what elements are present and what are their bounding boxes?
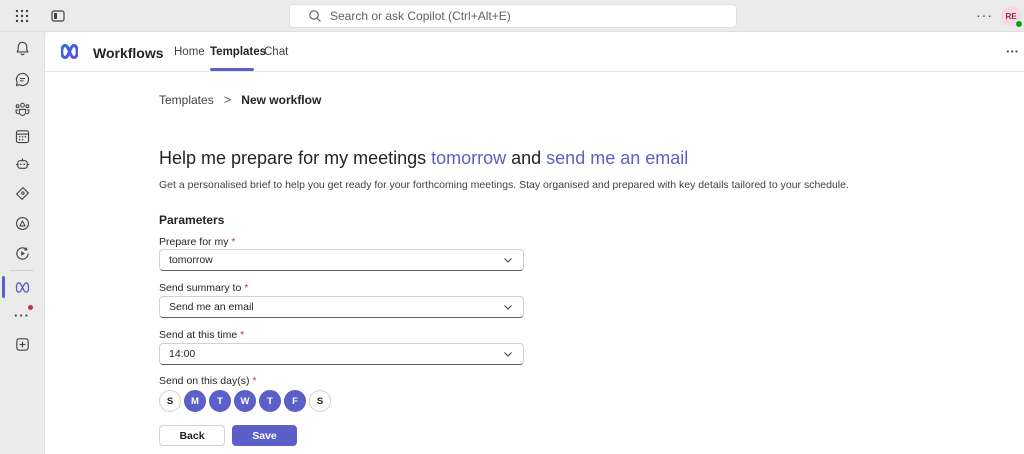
workflows-icon[interactable]: [13, 278, 31, 296]
sidebar-toggle-icon[interactable]: [50, 8, 66, 24]
copilot-icon[interactable]: [13, 155, 31, 173]
prepare-for-dropdown[interactable]: tomorrow: [159, 249, 524, 271]
tab-home[interactable]: Home: [174, 46, 205, 58]
send-time-value: 14:00: [169, 348, 196, 360]
app-more-options-icon[interactable]: ···: [1006, 44, 1019, 59]
app-header: Workflows Home Templates Chat ···: [45, 32, 1024, 72]
search-box[interactable]: [289, 4, 737, 28]
back-button[interactable]: Back: [159, 425, 225, 446]
required-mark: *: [252, 375, 257, 387]
required-mark: *: [240, 329, 245, 341]
apps-icon[interactable]: [13, 184, 31, 202]
parameters-heading: Parameters: [159, 213, 225, 227]
breadcrumb-current: New workflow: [241, 92, 322, 107]
active-indicator: [2, 276, 5, 298]
chevron-right-icon: >: [223, 92, 232, 107]
onedrive-icon[interactable]: [13, 214, 31, 232]
title-highlight-action: send me an email: [546, 148, 689, 168]
day-selector: S M T W T F S: [159, 390, 331, 412]
page-description: Get a personalised brief to help you get…: [159, 179, 849, 191]
search-input[interactable]: [330, 9, 710, 23]
prepare-for-value: tomorrow: [169, 254, 213, 266]
prepare-for-label-text: Prepare for my: [159, 236, 232, 248]
rail-divider: [10, 270, 34, 271]
calendar-icon[interactable]: [13, 127, 31, 145]
title-highlight-when: tomorrow: [431, 148, 507, 168]
chat-icon[interactable]: [13, 70, 31, 88]
tab-templates[interactable]: Templates: [210, 46, 266, 58]
breadcrumb-templates-link[interactable]: Templates: [159, 93, 214, 107]
tab-chat[interactable]: Chat: [264, 46, 288, 58]
chevron-down-icon: [504, 258, 512, 263]
app-launcher-icon[interactable]: [14, 8, 30, 24]
send-summary-label-text: Send summary to: [159, 282, 245, 294]
send-days-label-text: Send on this day(s): [159, 375, 253, 387]
app-rail: ···: [0, 32, 45, 454]
breadcrumb: Templates > New workflow: [159, 92, 321, 107]
send-summary-value: Send me an email: [169, 301, 254, 313]
title-text-1: Help me prepare for my meetings: [159, 148, 432, 168]
avatar[interactable]: RE: [1001, 6, 1023, 28]
presence-available-icon: [1015, 20, 1023, 28]
send-time-label: Send at this time *: [159, 329, 244, 341]
send-days-label: Send on this day(s) *: [159, 375, 256, 387]
required-mark: *: [244, 282, 249, 294]
main-content: Workflows Home Templates Chat ··· Templa…: [45, 32, 1024, 454]
send-time-dropdown[interactable]: 14:00: [159, 343, 524, 365]
save-button[interactable]: Save: [232, 425, 297, 446]
playback-icon[interactable]: [13, 244, 31, 262]
day-toggle-thursday[interactable]: T: [259, 390, 281, 412]
day-toggle-sunday[interactable]: S: [159, 390, 181, 412]
send-time-label-text: Send at this time: [159, 329, 241, 341]
required-mark: *: [231, 236, 236, 248]
day-toggle-tuesday[interactable]: T: [209, 390, 231, 412]
search-icon: [309, 10, 321, 22]
teams-icon[interactable]: [13, 99, 31, 117]
day-toggle-wednesday[interactable]: W: [234, 390, 256, 412]
chevron-down-icon: [504, 352, 512, 357]
prepare-for-label: Prepare for my *: [159, 236, 235, 248]
send-summary-label: Send summary to *: [159, 282, 248, 294]
avatar-initials: RE: [1005, 11, 1017, 21]
day-toggle-monday[interactable]: M: [184, 390, 206, 412]
more-options-icon[interactable]: ···: [976, 7, 993, 23]
notification-dot: [28, 305, 33, 310]
day-toggle-saturday[interactable]: S: [309, 390, 331, 412]
bell-icon[interactable]: [13, 39, 31, 57]
send-summary-dropdown[interactable]: Send me an email: [159, 296, 524, 318]
title-text-2: and: [506, 148, 547, 168]
chevron-down-icon: [504, 305, 512, 310]
app-name: Workflows: [93, 45, 164, 61]
add-icon[interactable]: [13, 335, 31, 353]
workflows-logo-icon: [60, 43, 79, 60]
page-title: Help me prepare for my meetings tomorrow…: [159, 148, 688, 169]
active-tab-indicator: [210, 68, 254, 71]
title-bar: ··· RE: [0, 0, 1024, 32]
day-toggle-friday[interactable]: F: [284, 390, 306, 412]
